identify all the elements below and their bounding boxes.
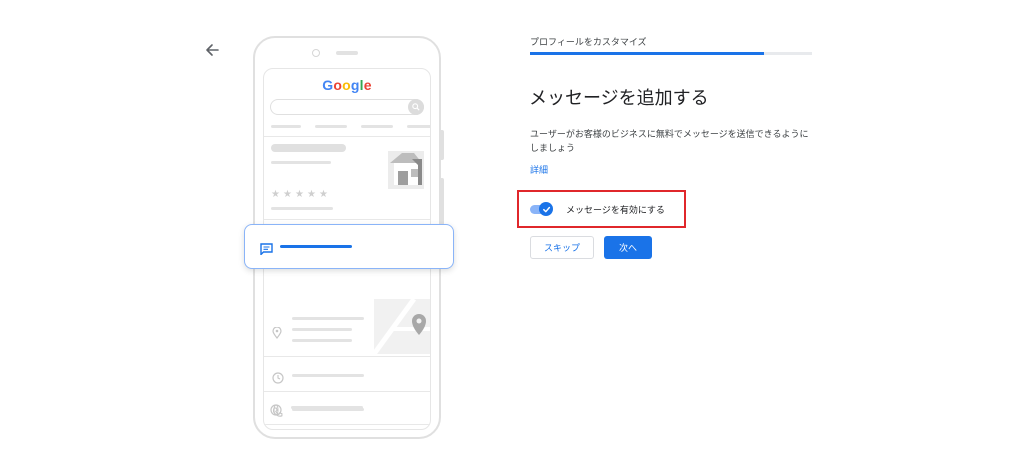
google-logo-letter: g [350, 77, 360, 93]
mock-search-bar [270, 99, 424, 115]
message-card-illustration [244, 224, 454, 269]
google-logo-letter: o [333, 77, 343, 93]
google-logo-letter: e [363, 77, 372, 93]
placeholder-bar [292, 328, 352, 331]
clock-icon [272, 369, 284, 384]
progress-fill [530, 52, 765, 55]
placeholder-bar [315, 125, 347, 128]
google-logo: Google [264, 77, 430, 93]
back-arrow-icon[interactable] [202, 40, 222, 60]
placeholder-bar [407, 125, 430, 128]
step-title: プロフィールをカスタマイズ [530, 38, 647, 48]
google-logo-letter: o [342, 77, 351, 93]
search-icon [408, 99, 424, 115]
google-logo-letter: G [322, 77, 334, 93]
chat-icon [260, 240, 273, 257]
toggle-label: メッセージを有効にする [566, 206, 665, 216]
details-link[interactable]: 詳細 [530, 163, 548, 176]
phone-side-button [441, 178, 444, 228]
messaging-toggle[interactable] [530, 202, 553, 216]
placeholder-bar [292, 317, 364, 320]
divider [264, 219, 430, 220]
globe-icon [270, 401, 282, 416]
star-icon: ★ [283, 189, 292, 200]
placeholder-bar [291, 406, 363, 409]
message-placeholder-line [280, 245, 352, 248]
next-button[interactable]: 次へ [604, 236, 652, 259]
check-icon [542, 206, 550, 212]
page-title: メッセージを追加する [529, 88, 709, 109]
divider [264, 356, 430, 357]
placeholder-bar [292, 339, 352, 342]
star-icon: ★ [319, 189, 328, 200]
toggle-thumb [539, 202, 553, 216]
divider [264, 136, 430, 137]
skip-button[interactable]: スキップ [530, 236, 594, 259]
storefront-icon [388, 149, 430, 189]
phone-speaker [336, 51, 358, 55]
phone-side-button [441, 130, 444, 160]
star-icon: ★ [295, 189, 304, 200]
divider [264, 424, 430, 425]
star-icon: ★ [271, 189, 280, 200]
progress-bar [530, 52, 812, 55]
phone-camera [312, 49, 320, 57]
star-icon: ★ [307, 189, 316, 200]
placeholder-bar [271, 161, 331, 164]
placeholder-bar [271, 125, 301, 128]
placeholder-bar [271, 207, 333, 210]
divider [264, 391, 430, 392]
location-icon [272, 324, 284, 339]
map-thumbnail [371, 297, 430, 356]
placeholder-bar [292, 374, 364, 377]
placeholder-bar [271, 144, 346, 152]
description-text: ユーザーがお客様のビジネスに無料でメッセージを送信できるようにしましょう [530, 130, 809, 154]
placeholder-bar [361, 125, 393, 128]
